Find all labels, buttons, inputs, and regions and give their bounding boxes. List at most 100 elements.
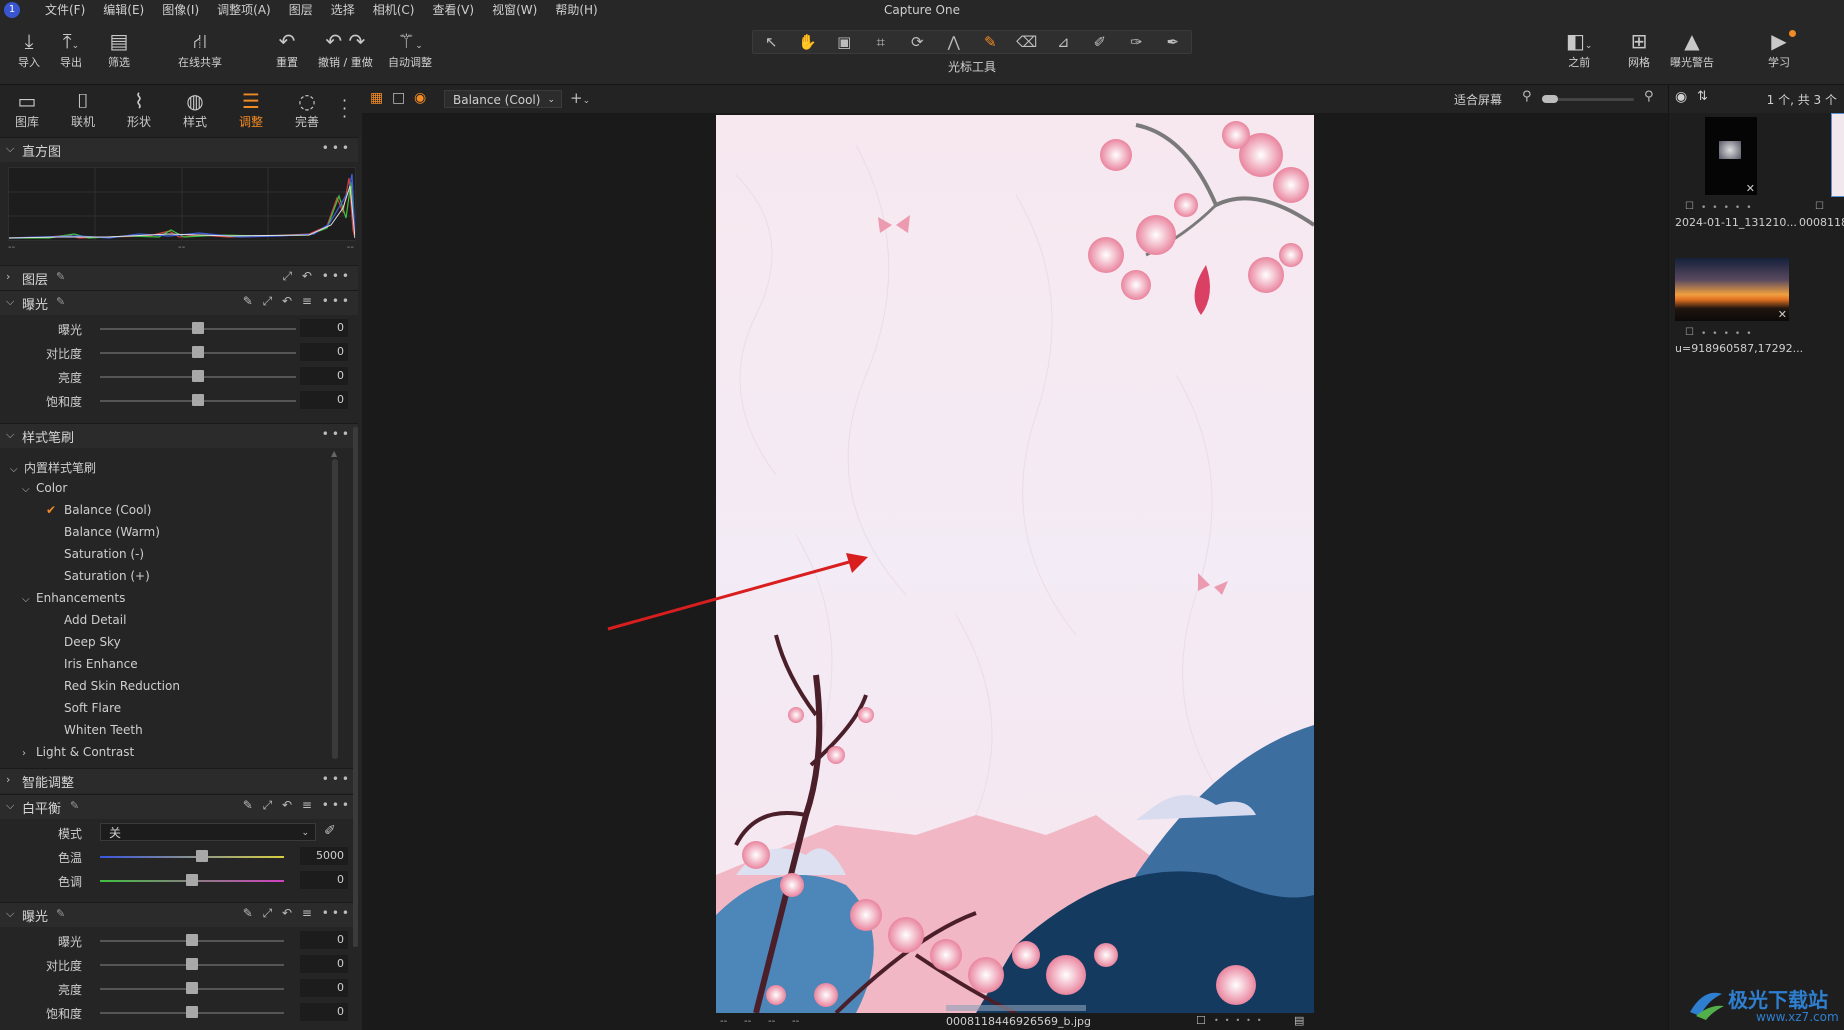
menu-view[interactable]: 查看(V): [424, 0, 484, 20]
exposure-value[interactable]: 0: [300, 931, 348, 949]
grid-button[interactable]: ⊞ 网格: [1628, 28, 1650, 70]
exposure-header[interactable]: ⌵ 曝光 ✎ ✎ ⤢ ↶ ≡ •••: [0, 290, 358, 315]
histogram-header[interactable]: ⌵ 直方图 •••: [0, 137, 358, 162]
thumbnail[interactable]: ✕: [1705, 117, 1757, 195]
wb-temp-value[interactable]: 5000: [300, 847, 348, 865]
add-style-icon[interactable]: +⌄: [570, 89, 590, 107]
zoom-fit-label[interactable]: 适合屏幕: [1454, 91, 1502, 108]
list-item[interactable]: Saturation (+): [64, 569, 150, 583]
list-item[interactable]: Iris Enhance: [64, 657, 138, 671]
list-item[interactable]: Saturation (-): [64, 547, 144, 561]
annotate-icon[interactable]: ✒: [1155, 33, 1192, 51]
select-checkbox-icon[interactable]: ☐: [1815, 201, 1824, 212]
undo-redo-button[interactable]: ↶ ↷ 撤销 / 重做: [318, 28, 373, 70]
list-item[interactable]: Balance (Warm): [64, 525, 160, 539]
before-button[interactable]: ◧⌄ 之前: [1566, 28, 1592, 70]
tab-refine[interactable]: ◌ 完善: [282, 89, 332, 130]
tree-color-group[interactable]: ⌵ Color: [22, 481, 67, 495]
brightness-value[interactable]: 0: [300, 979, 348, 997]
tab-shape[interactable]: ⌇ 形状: [114, 89, 164, 130]
loupe-icon[interactable]: ▣: [826, 33, 863, 51]
filter-button[interactable]: ▤ 筛选: [108, 28, 130, 70]
list-item[interactable]: Soft Flare: [64, 701, 121, 715]
menu-file[interactable]: 文件(F): [36, 0, 94, 20]
single-view-icon[interactable]: □: [392, 90, 405, 106]
brightness-value[interactable]: 0: [300, 367, 348, 385]
exposure-actions-icon[interactable]: ✎ ⤢ ↶ ≡ •••: [243, 906, 352, 921]
exposure-slider-knob[interactable]: [186, 934, 198, 946]
close-icon[interactable]: ✕: [1746, 182, 1755, 195]
import-button[interactable]: ⤓ 导入: [18, 28, 40, 70]
saturation-value[interactable]: 0: [300, 391, 348, 409]
crop-icon[interactable]: ⌗: [863, 33, 900, 51]
zoom-out-icon[interactable]: ⚲: [1522, 89, 1532, 104]
menu-window[interactable]: 视窗(W): [483, 0, 546, 20]
reset-button[interactable]: ↶ 重置: [276, 28, 298, 70]
saturation-slider-knob[interactable]: [192, 394, 204, 406]
contrast-slider-knob[interactable]: [192, 346, 204, 358]
wb-temp-slider-knob[interactable]: [196, 850, 208, 862]
wb-tint-value[interactable]: 0: [300, 871, 348, 889]
exposure-header-2[interactable]: ⌵ 曝光 ✎ ✎ ⤢ ↶ ≡ •••: [0, 902, 358, 927]
select-checkbox-icon[interactable]: ☐: [1685, 327, 1694, 338]
exposure-value[interactable]: 0: [300, 319, 348, 337]
exposure-actions-icon[interactable]: ✎ ⤢ ↶ ≡ •••: [243, 294, 352, 309]
brush-list-scrollbar[interactable]: [332, 459, 338, 759]
layers-actions-icon[interactable]: ⤢ ↶ •••: [282, 269, 352, 284]
menu-edit[interactable]: 编辑(E): [94, 0, 153, 20]
exposure-warning-button[interactable]: ▲ 曝光警告: [1670, 28, 1714, 70]
list-item[interactable]: Add Detail: [64, 613, 126, 627]
zoom-in-icon[interactable]: ⚲: [1644, 89, 1654, 104]
tab-style[interactable]: ◍ 样式: [170, 89, 220, 130]
keystone-icon[interactable]: ⋀: [936, 33, 973, 51]
export-button[interactable]: ⤒⌄ 导出: [60, 28, 82, 70]
image-viewer[interactable]: [362, 113, 1668, 1015]
menu-adjustments[interactable]: 调整项(A): [208, 0, 280, 20]
wb-mode-select[interactable]: 关 ⌄: [100, 823, 316, 841]
eye-icon[interactable]: ◉: [1675, 89, 1687, 105]
rating-dots[interactable]: •••••: [1701, 329, 1758, 339]
pan-hand-icon[interactable]: ✋: [790, 33, 827, 51]
tree-enhancements-group[interactable]: ⌵ Enhancements: [22, 591, 125, 605]
eraser-icon[interactable]: ⌫: [1009, 33, 1046, 51]
tab-adjust[interactable]: ☰ 调整: [226, 89, 276, 130]
select-checkbox-icon[interactable]: ☐: [1196, 1014, 1206, 1027]
layers-header[interactable]: › 图层 ✎ ⤢ ↶ •••: [0, 265, 358, 290]
saturation-value[interactable]: 0: [300, 1003, 348, 1021]
eyedropper-icon[interactable]: ✐: [324, 823, 336, 839]
list-item[interactable]: Balance (Cool): [64, 503, 151, 517]
menu-help[interactable]: 帮助(H): [546, 0, 606, 20]
menu-camera[interactable]: 相机(C): [364, 0, 424, 20]
brightness-slider-knob[interactable]: [186, 982, 198, 994]
more-options-icon[interactable]: •••: [322, 772, 352, 786]
brush-icon[interactable]: ✎: [972, 33, 1009, 51]
close-icon[interactable]: ✕: [1778, 308, 1787, 321]
list-item[interactable]: Red Skin Reduction: [64, 679, 180, 693]
panel-scrollbar[interactable]: [353, 427, 358, 947]
contrast-slider-knob[interactable]: [186, 958, 198, 970]
heal-icon[interactable]: ✑: [1118, 33, 1155, 51]
thumbnail-selected[interactable]: [1831, 113, 1844, 197]
menu-image[interactable]: 图像(I): [153, 0, 208, 20]
style-brush-header[interactable]: ⌵ 样式笔刷 •••: [0, 423, 358, 448]
share-button[interactable]: ⛙ 在线共享: [178, 28, 222, 70]
white-balance-header[interactable]: ⌵ 白平衡 ✎ ✎ ⤢ ↶ ≡ •••: [0, 794, 358, 819]
contrast-value[interactable]: 0: [300, 343, 348, 361]
rating-dots[interactable]: •••••: [1701, 203, 1758, 213]
smart-adjust-header[interactable]: › 智能调整 •••: [0, 768, 358, 793]
rotate-icon[interactable]: ⟳: [899, 33, 936, 51]
rating-dots[interactable]: •••••: [1214, 1016, 1268, 1025]
select-checkbox-icon[interactable]: ☐: [1685, 201, 1694, 212]
thumbnail[interactable]: ✕: [1675, 258, 1789, 321]
brightness-slider-knob[interactable]: [192, 370, 204, 382]
auto-adjust-button[interactable]: ⚚⌄ 自动调整: [388, 28, 432, 70]
style-select[interactable]: Balance (Cool) ⌄: [444, 90, 562, 108]
scroll-up-icon[interactable]: ▲: [331, 449, 337, 458]
learn-button[interactable]: ▶ 学习: [1768, 28, 1796, 70]
tab-capture[interactable]: ⌷ 联机: [58, 89, 108, 130]
wb-tint-slider-knob[interactable]: [186, 874, 198, 886]
saturation-slider-knob[interactable]: [186, 1006, 198, 1018]
picker-icon[interactable]: ✐: [1082, 33, 1119, 51]
sort-icon[interactable]: ⇅: [1697, 89, 1708, 104]
select-cursor-icon[interactable]: ↖: [753, 33, 790, 51]
